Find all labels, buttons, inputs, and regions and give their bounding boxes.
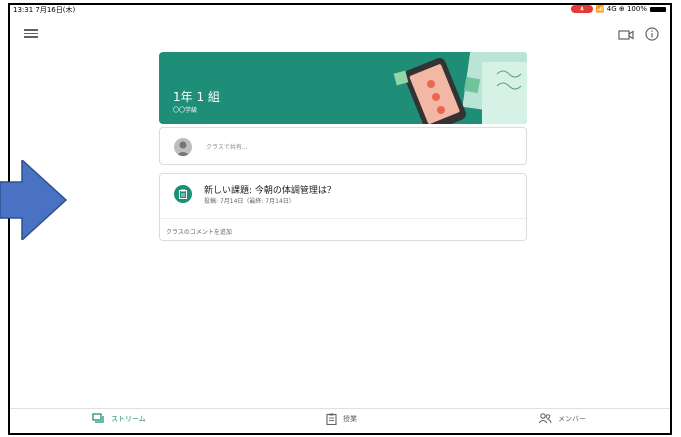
mic-icon — [570, 5, 593, 13]
add-comment-field[interactable]: クラスのコメントを追加 — [160, 218, 526, 243]
post-title: 新しい課題: 今朝の体調管理は？ — [204, 186, 336, 196]
nav-classwork-label: 授業 — [343, 415, 357, 423]
avatar — [174, 138, 192, 156]
classwork-icon — [326, 413, 337, 425]
bottom-navigation: ストリーム 授業 メンバー — [10, 408, 670, 433]
people-icon — [538, 413, 552, 424]
assignment-icon — [174, 185, 192, 203]
top-app-bar — [10, 17, 670, 47]
status-time: 13:31 7月16日(木) — [13, 6, 76, 14]
announce-input[interactable]: クラスで共有... — [159, 127, 527, 165]
comment-placeholder: クラスのコメントを追加 — [166, 229, 232, 236]
nav-members-label: メンバー — [558, 414, 586, 423]
stream-icon — [92, 413, 104, 423]
signal-battery-text: 📶 4G ⊕ 100% — [595, 5, 647, 13]
nav-members[interactable]: メンバー — [538, 413, 586, 424]
status-bar: 13:31 7月16日(木) 📶 4G ⊕ 100% — [10, 5, 670, 15]
class-name: 1年 1 組 — [173, 90, 220, 104]
announce-placeholder: クラスで共有... — [206, 144, 248, 151]
video-icon[interactable] — [618, 27, 636, 41]
nav-classwork[interactable]: 授業 — [326, 413, 357, 425]
battery-icon — [650, 6, 666, 12]
class-banner: 1年 1 組 〇〇学級 — [159, 52, 527, 124]
class-subtitle: 〇〇学級 — [173, 107, 198, 114]
nav-stream[interactable]: ストリーム — [92, 413, 146, 424]
banner-illustration — [393, 52, 527, 124]
post-meta: 投稿: 7月14日（最終: 7月14日） — [204, 198, 295, 205]
menu-icon[interactable] — [24, 27, 38, 39]
pointer-arrow — [0, 160, 68, 240]
assignment-post[interactable]: 新しい課題: 今朝の体調管理は？ 投稿: 7月14日（最終: 7月14日） クラ… — [159, 173, 527, 241]
nav-stream-label: ストリーム — [111, 414, 146, 423]
info-icon[interactable] — [644, 26, 660, 42]
tablet-screen: 13:31 7月16日(木) 📶 4G ⊕ 100% 1年 1 組 〇〇学級 ク… — [8, 3, 672, 435]
status-indicators: 📶 4G ⊕ 100% — [570, 5, 666, 13]
